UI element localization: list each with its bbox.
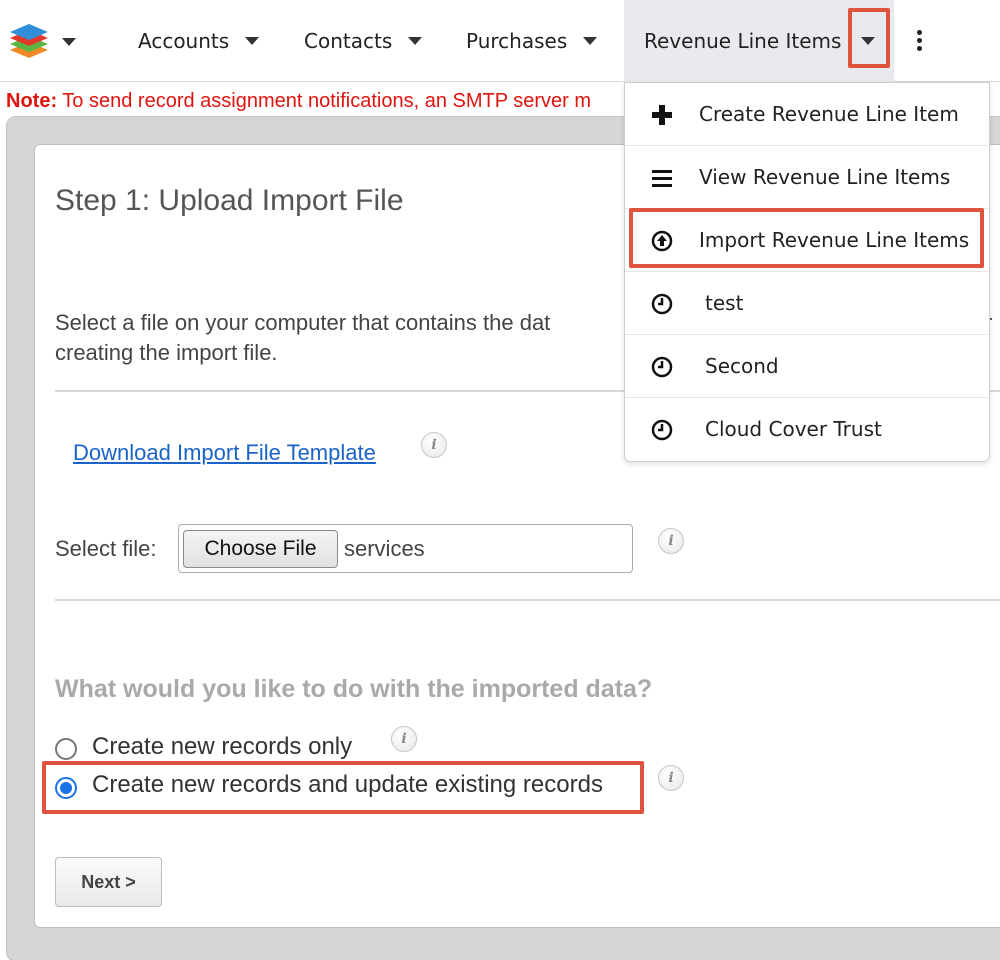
top-navigation-bar: Accounts Contacts Purchases Revenue Line… [0,0,1000,82]
info-icon[interactable]: i [658,765,684,791]
clock-icon [651,356,673,378]
menu-item-label: Create Revenue Line Item [699,102,959,126]
note-text: To send record assignment notifications,… [57,90,592,112]
highlight-box-rli-caret [848,8,890,68]
menu-item-label: View Revenue Line Items [699,165,951,189]
revenue-line-items-dropdown: Create Revenue Line Item View Revenue Li… [624,82,991,462]
highlight-box-import-menu-item [629,208,984,268]
menu-item-recent-cloud-cover-trust[interactable]: Cloud Cover Trust [625,398,991,461]
menu-item-recent-second[interactable]: Second [625,335,991,398]
note-prefix: Note: [6,90,58,112]
info-icon[interactable]: i [421,432,447,458]
chevron-down-icon[interactable] [583,37,598,45]
list-icon [651,167,673,189]
radio-create-only[interactable] [55,738,77,760]
nav-tab-purchases[interactable]: Purchases [466,0,598,82]
menu-item-view-revenue-line-items[interactable]: View Revenue Line Items [625,146,991,209]
import-action-question: What would you like to do with the impor… [55,675,653,703]
nav-tab-label: Purchases [466,29,568,53]
choose-file-button[interactable]: Choose File [183,530,338,568]
select-file-label: Select file: [55,536,157,561]
radio-label-create-only[interactable]: Create new records only [92,733,352,761]
menu-item-create-revenue-line-item[interactable]: Create Revenue Line Item [625,83,991,146]
chevron-down-icon[interactable] [245,37,260,45]
nav-tab-label: Revenue Line Items [644,29,842,53]
next-button[interactable]: Next > [55,857,162,907]
nav-tab-contacts[interactable]: Contacts [304,0,423,82]
clock-icon [651,419,673,441]
description-line-1: Select a file on your computer that cont… [55,310,551,335]
page-title: Step 1: Upload Import File [55,184,404,217]
menu-item-label: test [705,291,744,315]
nav-tab-label: Contacts [304,29,393,53]
download-template-link[interactable]: Download Import File Template [73,440,376,466]
menu-item-label: Cloud Cover Trust [705,417,882,441]
nav-tab-accounts[interactable]: Accounts [138,0,260,82]
nav-tab-label: Accounts [138,29,230,53]
chevron-down-icon[interactable] [408,37,423,45]
more-menu-icon[interactable] [917,30,923,52]
plus-icon [651,104,673,126]
logo-menu-caret-icon[interactable] [62,38,76,46]
info-icon[interactable]: i [391,726,417,752]
highlight-box-create-and-update [42,761,644,814]
app-logo-icon[interactable] [8,22,50,62]
menu-item-recent-test[interactable]: test [625,272,991,335]
selected-file-name: services [344,536,425,561]
smtp-note: Note: To send record assignment notifica… [6,90,626,113]
divider [55,599,1000,601]
clock-icon [651,293,673,315]
menu-item-label: Second [705,354,779,378]
info-icon[interactable]: i [658,528,684,554]
